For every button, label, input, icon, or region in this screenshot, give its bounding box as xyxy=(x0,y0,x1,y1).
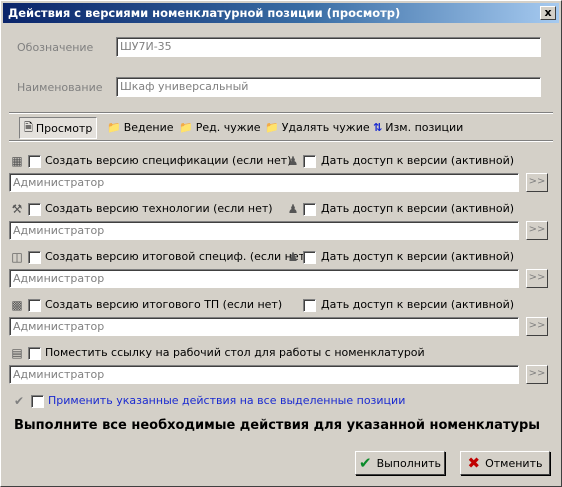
create-spec-label: Создать версию спецификации (если нет) xyxy=(45,154,292,167)
create-tech-checkbox[interactable] xyxy=(28,203,41,216)
title-bar[interactable]: Действия с версиями номенклатурной позиц… xyxy=(3,3,559,23)
close-button[interactable]: x xyxy=(540,6,556,20)
create-final-tp-label: Создать версию итогового ТП (если нет) xyxy=(45,298,283,311)
create-tech-label: Создать версию технологии (если нет) xyxy=(45,202,273,215)
designation-label: Обозначение xyxy=(17,41,94,54)
spec-browse-button[interactable]: >> xyxy=(526,173,548,192)
dialog-window: Действия с версиями номенклатурной позиц… xyxy=(0,0,562,487)
final-tp-browse-button[interactable]: >> xyxy=(526,317,548,336)
apply-all-checkbox[interactable] xyxy=(31,395,44,408)
tab-lead[interactable]: 📁 Ведение xyxy=(107,117,174,137)
final-spec-browse-button[interactable]: >> xyxy=(526,269,548,288)
table-icon: ▦ xyxy=(11,154,23,168)
user-icon: ♟ xyxy=(287,250,299,264)
access-final-tp-label: Дать доступ к версии (активной) xyxy=(321,298,515,311)
stack-icon: ◫ xyxy=(11,250,23,264)
checkmark-icon: ✔ xyxy=(13,394,25,408)
user-icon: ♟ xyxy=(287,154,299,168)
spec-user-field[interactable]: Администратор xyxy=(9,173,519,192)
access-tech-checkbox[interactable] xyxy=(303,203,316,216)
cancel-button[interactable]: ✖ Отменить xyxy=(460,451,550,475)
cancel-label: Отменить xyxy=(485,456,543,470)
access-final-spec-label: Дать доступ к версии (активной) xyxy=(321,250,515,263)
tab-change-position-label: Изм. позиции xyxy=(385,120,464,134)
tab-delete-foreign[interactable]: 📁 Удалять чужие xyxy=(265,117,370,137)
tab-view-label: Просмотр xyxy=(35,121,93,135)
grid-icon: ▩ xyxy=(11,298,23,312)
create-spec-checkbox[interactable] xyxy=(28,155,41,168)
designation-field[interactable]: ШУ7И-35 xyxy=(116,37,541,57)
desktop-link-icon: ▤ xyxy=(11,346,23,360)
desktop-link-label: Поместить ссылку на рабочий стол для раб… xyxy=(45,346,425,359)
document-icon: 🗎 xyxy=(24,120,33,134)
access-spec-label: Дать доступ к версии (активной) xyxy=(321,154,515,167)
desktop-link-user-field[interactable]: Администратор xyxy=(9,365,519,384)
sort-icon: ⇅ xyxy=(373,120,383,134)
create-final-spec-checkbox[interactable] xyxy=(28,251,41,264)
close-icon: ✖ xyxy=(467,454,481,472)
final-spec-user-field[interactable]: Администратор xyxy=(9,269,519,288)
create-final-tp-checkbox[interactable] xyxy=(28,299,41,312)
execute-button[interactable]: ✔ Выполнить xyxy=(355,451,445,475)
tech-user-field[interactable]: Администратор xyxy=(9,221,519,240)
tab-edit-foreign[interactable]: 📁 Ред. чужие xyxy=(179,117,261,137)
separator xyxy=(9,112,553,114)
desktop-link-checkbox[interactable] xyxy=(28,347,41,360)
hammer-icon: ⚒ xyxy=(11,202,23,216)
desktop-link-browse-button[interactable]: >> xyxy=(526,365,548,384)
tab-change-position[interactable]: ⇅ Изм. позиции xyxy=(373,117,463,137)
instruction-text: Выполните все необходимые действия для у… xyxy=(14,418,541,433)
create-final-spec-label: Создать версию итоговой специф. (если не… xyxy=(45,250,310,263)
separator xyxy=(9,140,553,142)
tech-browse-button[interactable]: >> xyxy=(526,221,548,240)
name-field[interactable]: Шкаф универсальный xyxy=(116,77,541,97)
tab-edit-foreign-label: Ред. чужие xyxy=(195,120,261,134)
access-spec-checkbox[interactable] xyxy=(303,155,316,168)
access-final-spec-checkbox[interactable] xyxy=(303,251,316,264)
checkmark-icon: ✔ xyxy=(359,454,372,472)
execute-label: Выполнить xyxy=(376,456,441,470)
folder-add-icon: 📁 xyxy=(107,120,121,134)
user-icon: ♟ xyxy=(287,202,299,216)
access-final-tp-checkbox[interactable] xyxy=(303,299,316,312)
tab-view[interactable]: 🗎 Просмотр xyxy=(19,117,98,139)
window-title: Действия с версиями номенклатурной позиц… xyxy=(8,6,401,20)
name-label: Наименование xyxy=(17,81,103,94)
apply-all-label: Применить указанные действия на все выде… xyxy=(48,394,406,407)
folder-edit-icon: 📁 xyxy=(179,120,193,134)
access-tech-label: Дать доступ к версии (активной) xyxy=(321,202,515,215)
final-tp-user-field[interactable]: Администратор xyxy=(9,317,519,336)
tab-delete-foreign-label: Удалять чужие xyxy=(281,120,370,134)
folder-delete-icon: 📁 xyxy=(265,120,279,134)
tab-lead-label: Ведение xyxy=(123,120,174,134)
